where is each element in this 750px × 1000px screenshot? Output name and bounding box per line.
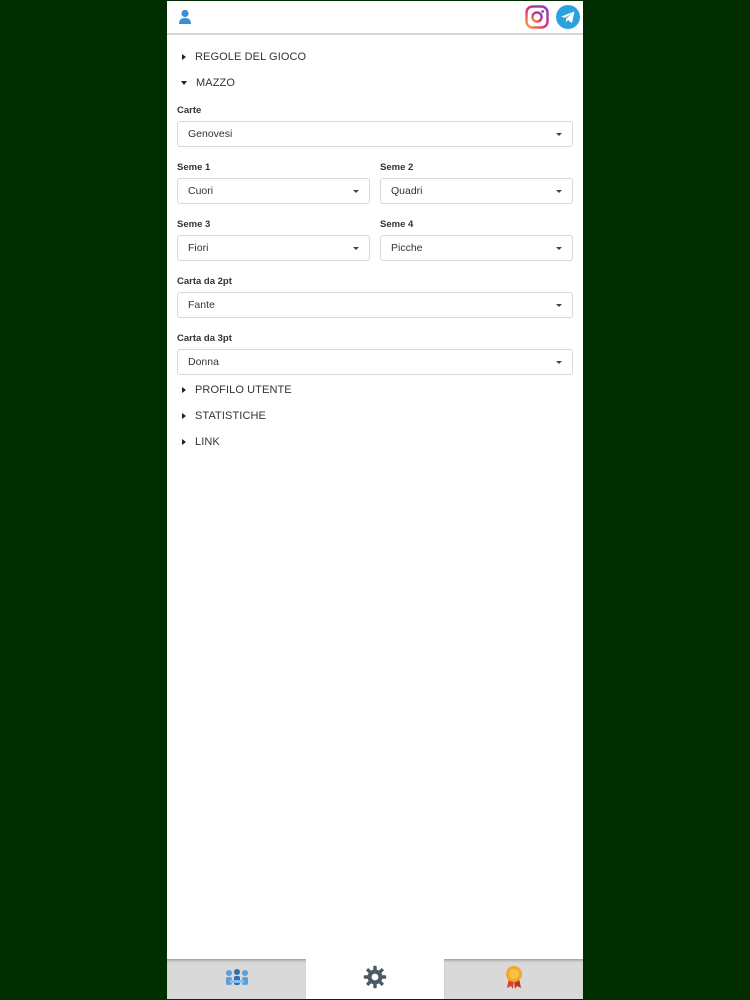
section-rules-label: REGOLE DEL GIOCO: [195, 51, 307, 63]
tab-achievements[interactable]: [444, 959, 583, 999]
chevron-down-icon: [556, 361, 562, 364]
suit4-select-value: Picche: [391, 242, 423, 254]
caret-down-icon: [181, 81, 187, 85]
suit4-label: Seme 4: [380, 219, 414, 230]
award-icon: [504, 965, 524, 994]
suit2-label: Seme 2: [380, 162, 414, 173]
section-link-label: LINK: [195, 436, 220, 448]
gear-icon: [363, 965, 387, 994]
cards-label: Carte: [177, 105, 202, 116]
card3-label: Carta da 3pt: [177, 333, 232, 344]
card3-select[interactable]: Donna: [177, 349, 573, 375]
instagram-icon[interactable]: [525, 5, 549, 29]
section-link[interactable]: LINK: [180, 433, 220, 451]
chevron-down-icon: [353, 190, 359, 193]
suit3-label: Seme 3: [177, 219, 211, 230]
section-rules[interactable]: REGOLE DEL GIOCO: [180, 48, 306, 66]
caret-right-icon: [182, 54, 186, 60]
suit1-label: Seme 1: [177, 162, 211, 173]
players-icon: [223, 967, 251, 992]
chevron-down-icon: [556, 190, 562, 193]
suit3-select-value: Fiori: [188, 242, 209, 254]
chevron-down-icon: [353, 247, 359, 250]
telegram-icon[interactable]: [556, 5, 580, 29]
cards-select[interactable]: Genovesi: [177, 121, 573, 147]
card2-select-value: Fante: [188, 299, 215, 311]
section-deck[interactable]: MAZZO: [180, 74, 235, 92]
suit2-select-value: Quadri: [391, 185, 423, 197]
tab-players[interactable]: [167, 959, 306, 999]
section-stats[interactable]: STATISTICHE: [180, 407, 266, 425]
bottom-nav: [167, 959, 583, 999]
app-panel: REGOLE DEL GIOCO MAZZO Carte Genovesi Se…: [167, 1, 583, 999]
section-deck-label: MAZZO: [196, 77, 235, 89]
suit1-select-value: Cuori: [188, 185, 214, 197]
cards-select-value: Genovesi: [188, 128, 233, 140]
card2-select[interactable]: Fante: [177, 292, 573, 318]
section-stats-label: STATISTICHE: [195, 410, 266, 422]
card2-label: Carta da 2pt: [177, 276, 232, 287]
suit3-select[interactable]: Fiori: [177, 235, 370, 261]
top-bar: [167, 1, 583, 35]
section-profile[interactable]: PROFILO UTENTE: [180, 381, 292, 399]
caret-right-icon: [182, 439, 186, 445]
chevron-down-icon: [556, 133, 562, 136]
tab-settings[interactable]: [306, 959, 444, 999]
suit4-select[interactable]: Picche: [380, 235, 573, 261]
suit2-select[interactable]: Quadri: [380, 178, 573, 204]
chevron-down-icon: [556, 247, 562, 250]
caret-right-icon: [182, 387, 186, 393]
section-profile-label: PROFILO UTENTE: [195, 384, 292, 396]
suit1-select[interactable]: Cuori: [177, 178, 370, 204]
chevron-down-icon: [556, 304, 562, 307]
caret-right-icon: [182, 413, 186, 419]
card3-select-value: Donna: [188, 356, 219, 368]
user-icon[interactable]: [178, 9, 192, 25]
